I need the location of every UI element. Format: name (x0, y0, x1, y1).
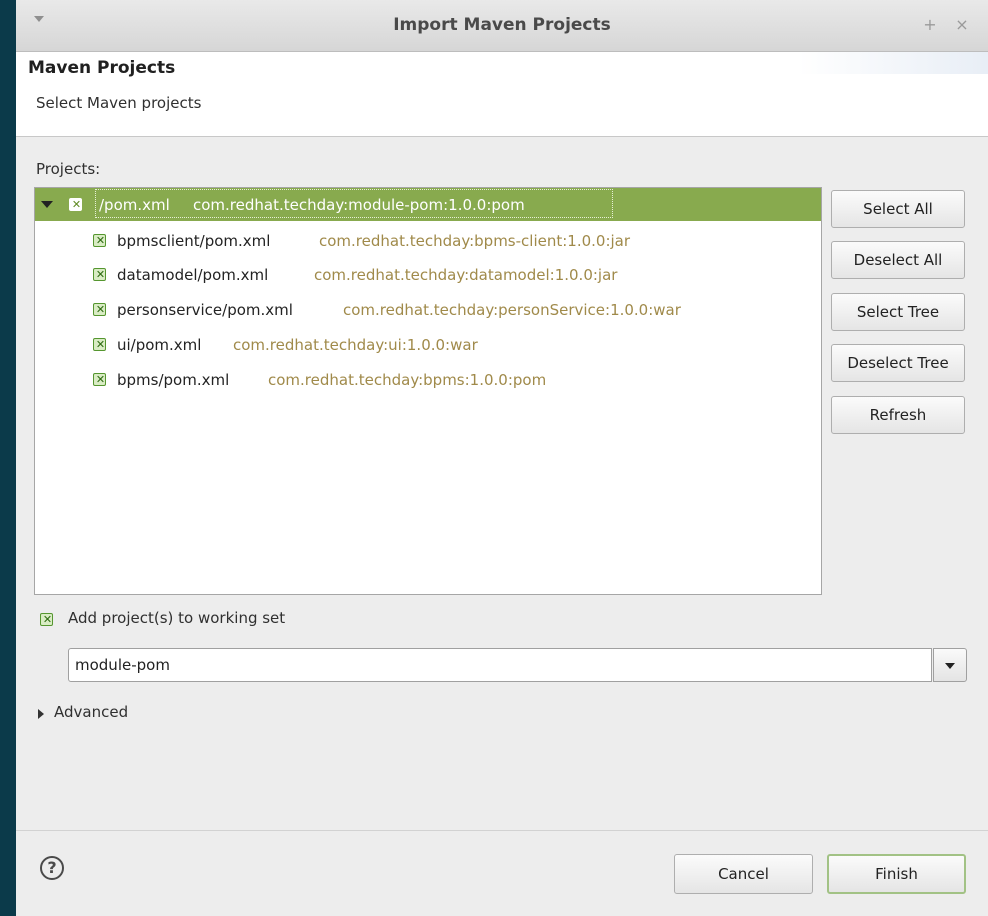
projects-tree[interactable]: ✕ /pom.xml com.redhat.techday:module-pom… (34, 187, 822, 595)
checkbox-datamodel[interactable]: ✕ (93, 268, 106, 281)
expand-right-icon (38, 709, 44, 719)
cancel-button[interactable]: Cancel (674, 854, 813, 894)
deselect-all-button[interactable]: Deselect All (831, 241, 965, 279)
check-icon: ✕ (71, 198, 82, 211)
project-coordinate: com.redhat.techday:bpms:1.0.0:pom (268, 371, 547, 389)
wizard-header: Maven Projects Select Maven projects (16, 52, 988, 137)
header-subtitle: Select Maven projects (36, 94, 202, 112)
select-tree-button[interactable]: Select Tree (831, 293, 965, 331)
check-icon: ✕ (95, 338, 106, 351)
checkbox-bpms[interactable]: ✕ (93, 373, 106, 386)
tree-row-personservice[interactable]: ✕ personservice/pom.xml com.redhat.techd… (35, 293, 821, 326)
select-all-button[interactable]: Select All (831, 190, 965, 228)
import-maven-projects-dialog: Import Maven Projects + × Maven Projects… (16, 0, 988, 916)
project-name: bpms/pom.xml (117, 371, 230, 389)
project-name: personservice/pom.xml (117, 301, 293, 319)
tree-row-bpmsclient[interactable]: ✕ bpmsclient/pom.xml com.redhat.techday:… (35, 224, 821, 257)
working-set-dropdown-button[interactable] (933, 648, 967, 682)
header-title: Maven Projects (28, 58, 176, 78)
working-set-label: Add project(s) to working set (68, 609, 286, 627)
project-coordinate: com.redhat.techday:bpms-client:1.0.0:jar (319, 232, 631, 250)
advanced-label: Advanced (54, 703, 129, 721)
check-icon: ✕ (42, 613, 53, 626)
project-coordinate: com.redhat.techday:ui:1.0.0:war (233, 336, 478, 354)
check-icon: ✕ (95, 303, 106, 316)
refresh-button[interactable]: Refresh (831, 396, 965, 434)
checkbox-ui[interactable]: ✕ (93, 338, 106, 351)
deselect-tree-button[interactable]: Deselect Tree (831, 344, 965, 382)
checkbox-bpmsclient[interactable]: ✕ (93, 234, 106, 247)
header-banner (798, 52, 988, 74)
working-set-combo[interactable] (68, 648, 932, 682)
projects-label: Projects: (36, 160, 101, 178)
check-icon: ✕ (95, 373, 106, 386)
expander-down-icon[interactable] (41, 201, 53, 208)
pin-icon[interactable]: + (920, 13, 940, 37)
project-name: bpmsclient/pom.xml (117, 232, 271, 250)
tree-row-datamodel[interactable]: ✕ datamodel/pom.xml com.redhat.techday:d… (35, 258, 821, 291)
chevron-down-icon (945, 663, 955, 669)
tree-row-root[interactable]: ✕ /pom.xml com.redhat.techday:module-pom… (35, 188, 821, 221)
project-coordinate: com.redhat.techday:datamodel:1.0.0:jar (314, 266, 618, 284)
footer-divider (16, 830, 988, 831)
project-coordinate: com.redhat.techday:module-pom:1.0.0:pom (193, 196, 525, 214)
check-icon: ✕ (95, 268, 106, 281)
close-icon[interactable]: × (952, 13, 972, 37)
working-set-checkbox[interactable]: ✕ (40, 613, 53, 626)
help-icon[interactable]: ? (40, 856, 64, 880)
project-name: datamodel/pom.xml (117, 266, 269, 284)
title-bar[interactable]: Import Maven Projects + × (16, 0, 988, 52)
project-name: ui/pom.xml (117, 336, 202, 354)
tree-row-ui[interactable]: ✕ ui/pom.xml com.redhat.techday:ui:1.0.0… (35, 328, 821, 361)
tree-row-bpms[interactable]: ✕ bpms/pom.xml com.redhat.techday:bpms:1… (35, 363, 821, 396)
check-icon: ✕ (95, 234, 106, 247)
checkbox-personservice[interactable]: ✕ (93, 303, 106, 316)
checkbox-root[interactable]: ✕ (69, 198, 82, 211)
window-title: Import Maven Projects (393, 15, 611, 35)
finish-button[interactable]: Finish (827, 854, 966, 894)
project-name: /pom.xml (99, 196, 170, 214)
project-coordinate: com.redhat.techday:personService:1.0.0:w… (343, 301, 681, 319)
